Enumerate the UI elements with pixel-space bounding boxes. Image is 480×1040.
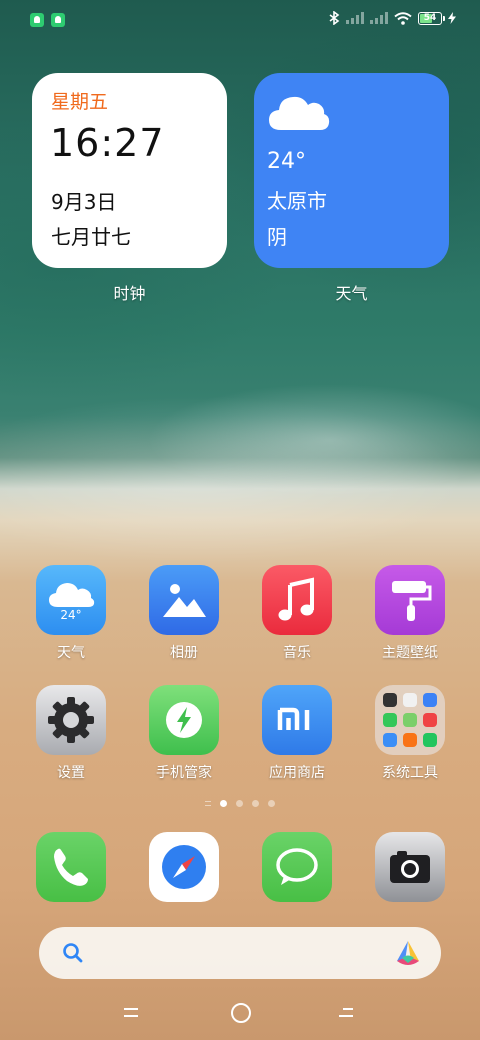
gallery-icon xyxy=(149,565,219,635)
status-bar: 54 xyxy=(0,0,480,40)
battery-icon: 54 xyxy=(418,11,445,25)
app-label: 设置 xyxy=(57,765,85,781)
app-store-icon xyxy=(262,685,332,755)
app-label: 相册 xyxy=(170,645,198,661)
clock-widget-label: 时钟 xyxy=(113,284,146,303)
battery-level: 54 xyxy=(423,13,437,23)
weather-icon: 24° xyxy=(36,565,106,635)
app-settings[interactable]: 设置 xyxy=(26,685,116,782)
clock-lunar-date: 七月廿七 xyxy=(51,225,131,249)
app-music[interactable]: 音乐 xyxy=(252,565,342,662)
notification-icon xyxy=(30,13,44,27)
weather-temperature: 24° xyxy=(267,149,306,174)
page-dot[interactable] xyxy=(252,800,259,807)
security-icon xyxy=(149,685,219,755)
app-weather[interactable]: 24° 天气 xyxy=(26,565,116,662)
clock-date: 9月3日 xyxy=(51,190,117,214)
music-icon xyxy=(262,565,332,635)
page-dot[interactable] xyxy=(268,800,275,807)
app-label: 音乐 xyxy=(283,645,311,661)
assistant-icon[interactable] xyxy=(393,939,423,967)
dock-phone[interactable] xyxy=(26,832,116,902)
dock-camera[interactable] xyxy=(365,832,455,902)
weather-widget-label: 天气 xyxy=(335,284,368,303)
dock-messages[interactable] xyxy=(252,832,342,902)
app-label: 手机管家 xyxy=(156,765,212,781)
search-bar[interactable] xyxy=(39,927,441,979)
app-security[interactable]: 手机管家 xyxy=(139,685,229,782)
page-dot[interactable] xyxy=(236,800,243,807)
app-gallery[interactable]: 相册 xyxy=(139,565,229,662)
app-label: 主题壁纸 xyxy=(382,645,438,661)
settings-icon xyxy=(36,685,106,755)
dock-browser[interactable] xyxy=(139,832,229,902)
bluetooth-icon xyxy=(329,11,340,25)
signal-icon xyxy=(370,12,388,24)
theme-icon xyxy=(375,565,445,635)
wifi-icon xyxy=(394,11,412,25)
menu-icon[interactable] xyxy=(117,1003,147,1023)
app-label: 应用商店 xyxy=(269,765,325,781)
app-label: 天气 xyxy=(57,645,85,661)
weather-city: 太原市 xyxy=(267,189,327,213)
signal-icon xyxy=(346,12,364,24)
charging-icon xyxy=(448,12,456,24)
app-label: 系统工具 xyxy=(382,765,438,781)
navigation-bar xyxy=(0,995,480,1031)
page-list-icon[interactable] xyxy=(205,801,211,806)
messages-icon xyxy=(262,832,332,902)
weather-condition: 阴 xyxy=(267,225,287,249)
cloud-icon xyxy=(269,96,330,130)
back-icon[interactable] xyxy=(334,1003,364,1023)
phone-icon xyxy=(36,832,106,902)
notification-icon xyxy=(51,13,65,27)
status-icons: 54 xyxy=(329,11,456,25)
clock-time: 16:27 xyxy=(50,121,165,165)
clock-weekday: 星期五 xyxy=(51,91,109,113)
camera-icon xyxy=(375,832,445,902)
search-icon[interactable] xyxy=(61,941,85,965)
app-system-tools-folder[interactable]: 系统工具 xyxy=(365,685,455,782)
app-themes[interactable]: 主题壁纸 xyxy=(365,565,455,662)
weather-widget[interactable]: 24° 太原市 阴 xyxy=(254,73,449,268)
app-store[interactable]: 应用商店 xyxy=(252,685,342,782)
page-indicator[interactable] xyxy=(0,800,480,807)
page-dot[interactable] xyxy=(220,800,227,807)
folder-icon xyxy=(375,685,445,755)
clock-widget[interactable]: 星期五 16:27 9月3日 七月廿七 xyxy=(32,73,227,268)
home-icon[interactable] xyxy=(225,1003,255,1023)
browser-icon xyxy=(149,832,219,902)
weather-icon-temp: 24° xyxy=(60,608,82,622)
